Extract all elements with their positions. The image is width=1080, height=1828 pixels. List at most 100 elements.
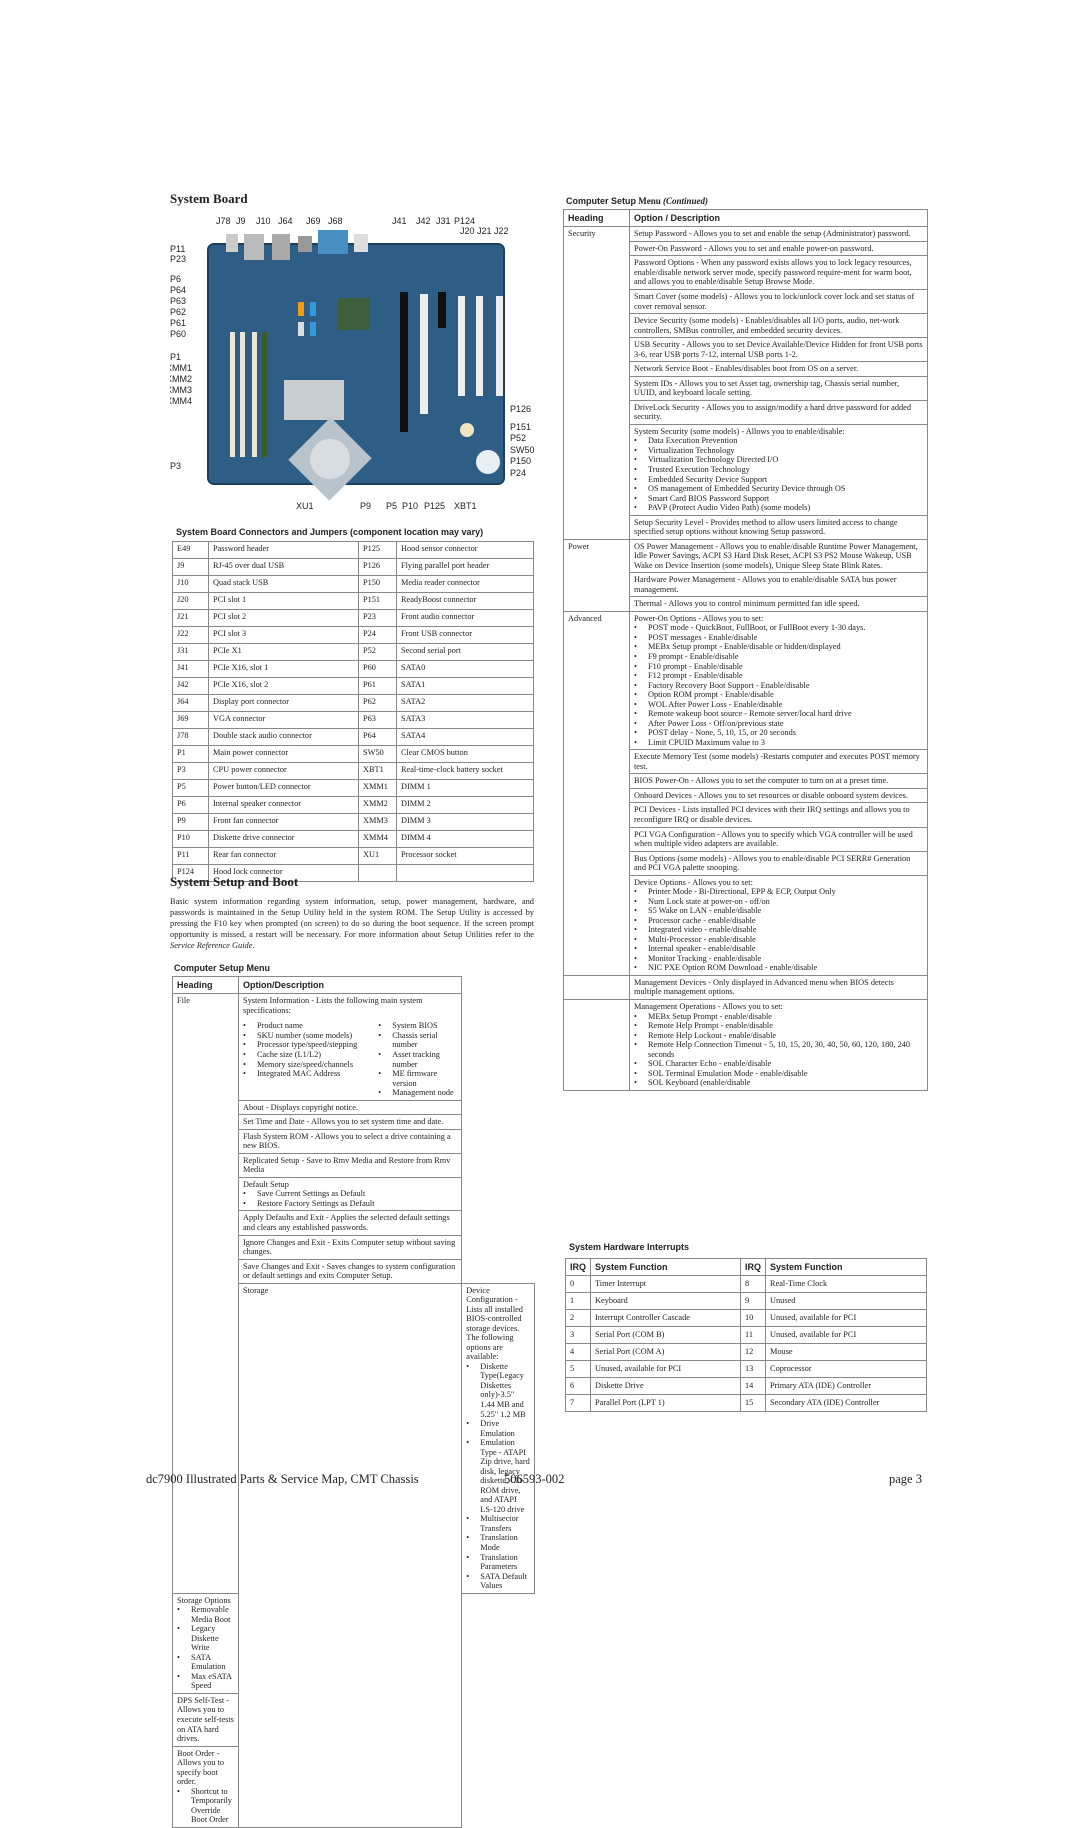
section-heading-empty (563, 999, 630, 1091)
connector-description: RJ-45 over dual USB (208, 558, 359, 576)
connector-row: J41 PCIe X16, slot 1 P60 SATA0 (172, 660, 534, 678)
setup-row: Power OS Power Management - Allows you to… (563, 538, 928, 612)
connector-row: P3 CPU power connector XBT1 Real-time-clock… (172, 762, 534, 780)
irq-number: 13 (740, 1360, 767, 1379)
connector-description: Diskette drive connector (208, 830, 359, 848)
connector-id: P6 (172, 796, 209, 814)
irq-number: 5 (564, 1360, 592, 1379)
setup-boot-title: System Setup and Boot (170, 874, 299, 889)
option-description: Password Options - When any password exi… (629, 255, 928, 290)
connector-id: P5 (172, 779, 209, 797)
connector-id: P52 (358, 643, 397, 661)
irq-header: IRQ (564, 1257, 592, 1277)
connector-row: P1 Main power connector SW50 Clear CMOS but… (172, 745, 534, 763)
system-information: System Information - Lists the following… (237, 993, 463, 1101)
list-item: F12 prompt - Enable/disable (634, 671, 923, 681)
svg-text:P64: P64 (170, 285, 186, 295)
connector-description: ReadyBoost connector (396, 592, 534, 610)
connector-id: P24 (358, 626, 397, 644)
list-item: F10 prompt - Enable/disable (634, 662, 923, 672)
connector-id: J31 (172, 643, 209, 661)
list-item: Translation Parameters (466, 1553, 530, 1572)
connector-description: VGA connector (208, 711, 359, 729)
option-description: Hardware Power Management - Allows you t… (629, 572, 928, 598)
irq-row: 5 Unused, available for PCI 13 Coprocessor (564, 1360, 927, 1379)
connector-row: J69 VGA connector P63 SATA3 (172, 711, 534, 729)
col-heading: Heading (172, 975, 239, 995)
label-p150: P150 (510, 456, 532, 466)
setup-menu-caption: Computer Setup Menu (174, 963, 270, 973)
svg-text:XU1: XU1 (296, 501, 314, 510)
connector-id: P61 (358, 677, 397, 695)
list-item: Memory size/speed/channels (243, 1060, 378, 1070)
board-label: J78 (216, 216, 231, 226)
connector-description: PCI slot 2 (208, 609, 359, 627)
svg-text:P63: P63 (170, 296, 186, 306)
connector-id: J69 (172, 711, 209, 729)
irq-function: Unused, available for PCI (765, 1326, 927, 1345)
connector-row: P5 Power button/LED connector XMM1 DIMM 1 (172, 779, 534, 797)
col-heading: Heading (563, 208, 630, 228)
connector-id: SW50 (358, 745, 397, 763)
list-item: MEBx Setup prompt - Enable/disable or hi… (634, 642, 923, 652)
label-p126: P126 (510, 404, 532, 414)
connector-description: DIMM 2 (396, 796, 534, 814)
setup-row: Security Setup Password - Allows you to s… (563, 226, 928, 540)
connector-row: J21 PCI slot 2 P23 Front audio connector (172, 609, 534, 627)
connector-description: DIMM 3 (396, 813, 534, 831)
irq-number: 2 (564, 1309, 592, 1328)
irq-row: 4 Serial Port (COM A) 12 Mouse (564, 1343, 927, 1362)
label-p24: P24 (510, 467, 527, 478)
connector-description: Second serial port (396, 643, 534, 661)
list-item: Integrated MAC Address (243, 1069, 378, 1079)
connector-id: XMM4 (358, 830, 397, 848)
list-item: SATA Emulation (177, 1653, 234, 1672)
option-description: Management Devices - Only displayed in A… (629, 974, 928, 1001)
list-item: Max eSATA Speed (177, 1672, 234, 1691)
connector-id: P150 (358, 575, 397, 593)
irq-row: 6 Diskette Drive 14 Primary ATA (IDE) Contr… (564, 1377, 927, 1396)
irq-header: System Function (765, 1257, 927, 1277)
option-description: Execute Memory Test (some models) -Resta… (629, 749, 928, 775)
list-item: System BIOS (378, 1021, 457, 1031)
option-description: Device Security (some models) - Enables/… (629, 313, 928, 339)
footer-part-number: 506593-002 (504, 1472, 565, 1486)
connector-id: J42 (172, 677, 209, 695)
connector-description: SATA2 (396, 694, 534, 712)
connector-description: Power button/LED connector (208, 779, 359, 797)
list-item: Multi-Processor - enable/disable (634, 935, 923, 945)
connector-row: J42 PCIe X16, slot 2 P61 SATA1 (172, 677, 534, 695)
irq-function: Coprocessor (765, 1360, 927, 1379)
list-item: SKU number (some models) (243, 1031, 378, 1041)
list-item: Cache size (L1/L2) (243, 1050, 378, 1060)
irq-function: Parallel Port (LPT 1) (590, 1394, 742, 1413)
connector-row: J20 PCI slot 1 P151 ReadyBoost connector (172, 592, 534, 610)
connector-description: Display port connector (208, 694, 359, 712)
setup-row: Management Devices - Only displayed in A… (563, 974, 928, 1001)
heading-storage: Storage (237, 1282, 463, 1828)
connector-id: P23 (358, 609, 397, 627)
list-item: Embedded Security Device Support (634, 475, 923, 485)
irq-header: IRQ (740, 1257, 767, 1277)
connector-id: J22 (172, 626, 209, 644)
list-item: Integrated video - enable/disable (634, 925, 923, 935)
svg-text:J68: J68 (328, 216, 343, 226)
list-item: Factory Recovery Boot Support - Enable/d… (634, 681, 923, 691)
interrupts-table: IRQ System Function IRQ System Function 0 Ti… (564, 1257, 927, 1413)
col-option: Option/Description (237, 975, 463, 995)
list-item: Multisector Transfers (466, 1514, 530, 1533)
irq-number: 8 (740, 1275, 767, 1294)
connector-description: Flying parallel port header (396, 558, 534, 576)
connector-row: J22 PCI slot 3 P24 Front USB connector (172, 626, 534, 644)
dps-self-test-row: DPS Self-Test - Allows you to execute se… (172, 1692, 239, 1747)
replicated-setup-row: Replicated Setup - Save to Rmv Media and… (237, 1152, 463, 1178)
option-description: Setup Password - Allows you to set and e… (629, 226, 928, 242)
svg-text:P62: P62 (170, 307, 186, 317)
list-item: Diskette Type(Legacy Diskettes only)-3.5… (466, 1362, 530, 1419)
list-item: Limit CPUID Maximum value to 3 (634, 738, 923, 748)
list-item: Smart Card BIOS Password Support (634, 494, 923, 504)
list-item: After Power Loss - Off/on/previous state (634, 719, 923, 729)
connector-description: Front USB connector (396, 626, 534, 644)
connector-row: P9 Front fan connector XMM3 DIMM 3 (172, 813, 534, 831)
list-item: POST delay - None, 5, 10, 15, or 20 seco… (634, 728, 923, 738)
